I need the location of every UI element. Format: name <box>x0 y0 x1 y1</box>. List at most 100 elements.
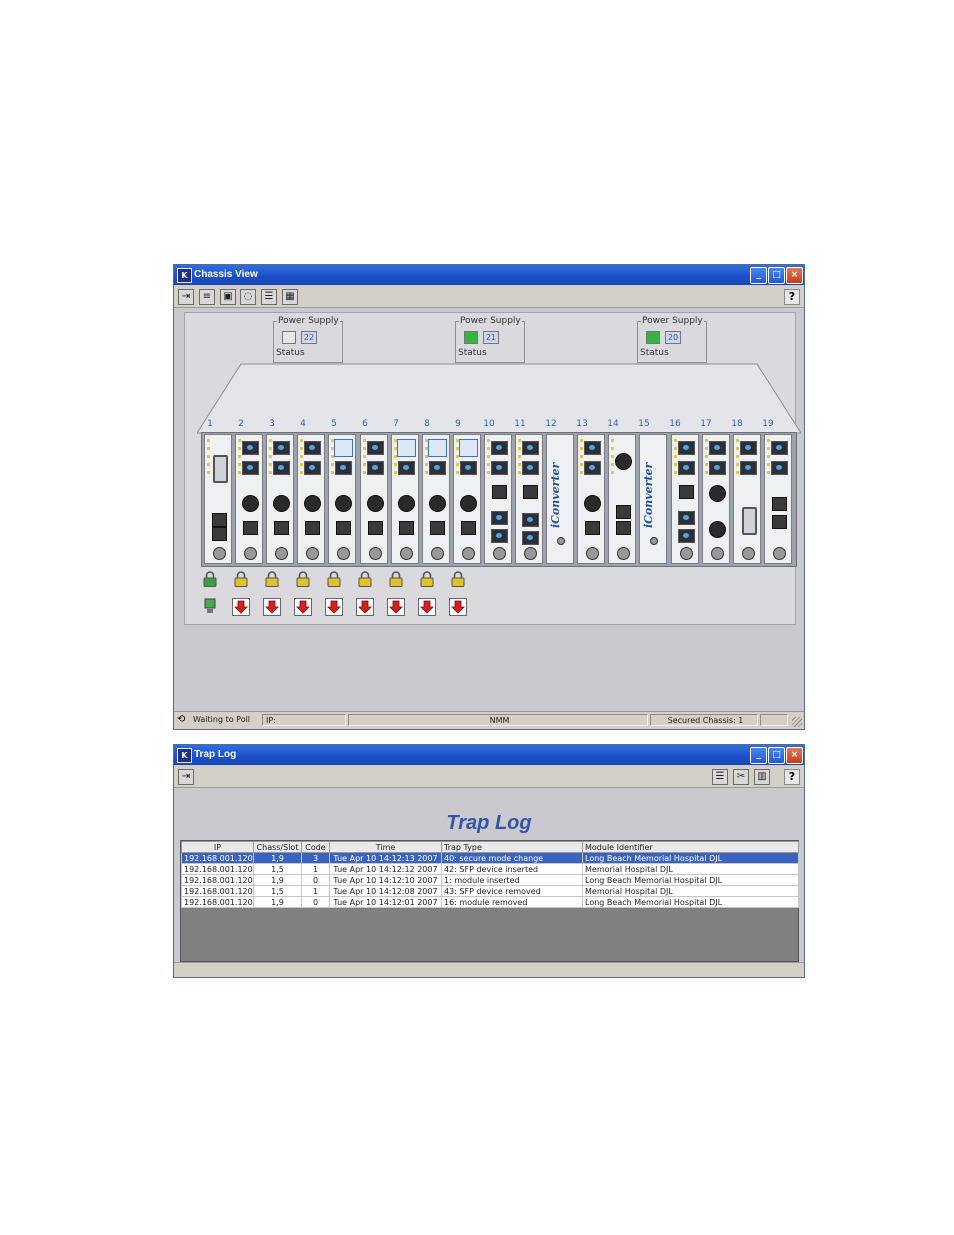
module-card-slot-4[interactable] <box>297 434 326 564</box>
resize-grip-icon[interactable] <box>792 717 802 727</box>
sfp-module-icon <box>458 439 478 457</box>
secure-lock-icon[interactable] <box>420 571 434 587</box>
table-row[interactable]: 192.168.001.120 1,5 1 Tue Apr 10 14:12:12 2… <box>181 863 799 875</box>
module-card-slot-1[interactable] <box>204 434 232 564</box>
trap-title-bar[interactable]: K Trap Log _ □ × <box>174 745 804 765</box>
minimize-button[interactable]: _ <box>750 747 767 764</box>
power-supply-number[interactable]: 22 <box>301 331 317 344</box>
window-title: Trap Log <box>194 749 237 760</box>
cell-time: Tue Apr 10 14:12:10 2007 <box>329 874 442 886</box>
sfp-port-icon <box>522 513 539 527</box>
maximize-button[interactable]: □ <box>768 267 785 284</box>
maximize-button[interactable]: □ <box>768 747 785 764</box>
slot-number-3: 3 <box>269 419 275 429</box>
trap-log-heading: Trap Log <box>446 812 532 834</box>
cell-module-identifier: Long Beach Memorial Hospital DJL <box>582 874 799 886</box>
arrow-down-icon[interactable] <box>387 598 405 616</box>
power-supply-label: Power Supply <box>641 316 704 326</box>
column-header-trap-type[interactable]: Trap Type <box>441 841 583 853</box>
trap-table-container[interactable]: IP Chass/Slot Code Time Trap Type Module… <box>180 840 799 962</box>
module-card-slot-7[interactable] <box>390 434 419 564</box>
module-card-slot-15[interactable]: iConverter <box>639 434 668 564</box>
close-button[interactable]: × <box>786 267 803 284</box>
trash-icon[interactable]: ▥ <box>754 769 770 785</box>
secure-lock-icon[interactable] <box>358 571 372 587</box>
cell-module-identifier: Memorial Hospital DJL <box>582 885 799 897</box>
rj45-port-icon <box>429 521 445 535</box>
power-supply-number[interactable]: 20 <box>665 331 681 344</box>
help-button[interactable]: ? <box>784 769 800 785</box>
unlocked-slot-icon[interactable] <box>203 571 217 587</box>
secure-lock-icon[interactable] <box>451 571 465 587</box>
terminal-block-icon <box>771 497 787 511</box>
module-card-slot-17[interactable] <box>701 434 730 564</box>
secure-lock-icon[interactable] <box>265 571 279 587</box>
secure-lock-icon[interactable] <box>327 571 341 587</box>
list-view-icon[interactable]: ☰ <box>261 289 277 305</box>
scissors-icon[interactable]: ✂ <box>733 769 749 785</box>
help-button[interactable]: ? <box>784 289 800 305</box>
module-card-slot-2[interactable] <box>235 434 264 564</box>
ip-status: IP: <box>262 714 346 726</box>
arrow-down-icon[interactable] <box>449 598 467 616</box>
dip-switch-icon <box>491 485 507 499</box>
exit-icon[interactable]: ⇥ <box>178 769 194 785</box>
trap-log-window: K Trap Log _ □ × ⇥ ☰ ✂ ▥ ? Trap Log IP C… <box>173 744 805 978</box>
column-header-code[interactable]: Code <box>301 841 330 853</box>
arrow-down-icon[interactable] <box>232 598 250 616</box>
grid-view-icon[interactable]: ▦ <box>282 289 298 305</box>
arrow-down-icon[interactable] <box>356 598 374 616</box>
close-button[interactable]: × <box>786 747 803 764</box>
table-row[interactable]: 192.168.001.120 1,9 0 Tue Apr 10 14:12:01 2… <box>181 896 799 908</box>
table-row[interactable]: 192.168.001.120 1,9 3 Tue Apr 10 14:12:13 2… <box>181 852 799 864</box>
module-card-slot-8[interactable] <box>421 434 450 564</box>
module-card-slot-9[interactable] <box>452 434 481 564</box>
secure-lock-icon[interactable] <box>389 571 403 587</box>
module-card-slot-14[interactable] <box>608 434 637 564</box>
exit-icon[interactable]: ⇥ <box>178 289 194 305</box>
module-card-slot-19[interactable] <box>763 434 792 564</box>
cell-chass-slot: 1,5 <box>253 885 302 897</box>
slot-number-19: 19 <box>762 419 774 429</box>
cell-trap-type: 1: module inserted <box>441 874 583 886</box>
module-card-slot-16[interactable] <box>670 434 699 564</box>
minimize-button[interactable]: _ <box>750 267 767 284</box>
arrow-down-icon[interactable] <box>294 598 312 616</box>
refresh-icon[interactable]: ◌ <box>240 289 256 305</box>
arrow-down-icon[interactable] <box>418 598 436 616</box>
module-card-slot-13[interactable] <box>577 434 606 564</box>
column-header-ip[interactable]: IP <box>181 841 254 853</box>
secure-lock-icon[interactable] <box>296 571 310 587</box>
list-options-icon[interactable]: ☰ <box>712 769 728 785</box>
module-card-slot-12[interactable]: iConverter <box>546 434 575 564</box>
column-header-module-identifier[interactable]: Module Identifier <box>582 841 799 853</box>
settings-list-icon[interactable]: ≡ <box>199 289 215 305</box>
module-card-slot-6[interactable] <box>359 434 388 564</box>
sfp-port-icon <box>677 441 695 455</box>
arrow-down-icon[interactable] <box>325 598 343 616</box>
module-card-slot-5[interactable] <box>328 434 357 564</box>
management-module-icon[interactable] <box>203 598 217 614</box>
sfp-port-icon <box>739 441 757 455</box>
rj45-port-icon <box>367 521 383 535</box>
module-card-slot-18[interactable] <box>732 434 761 564</box>
arrow-down-icon[interactable] <box>263 598 281 616</box>
module-card-slot-3[interactable] <box>266 434 295 564</box>
terminal-block-icon <box>771 515 787 529</box>
screw-icon <box>617 547 631 560</box>
rj45-port-icon <box>212 527 227 541</box>
module-card-slot-10[interactable] <box>483 434 512 564</box>
module-card-slot-11[interactable] <box>515 434 543 564</box>
column-header-time[interactable]: Time <box>329 841 442 853</box>
column-header-chass-slot[interactable]: Chass/Slot <box>253 841 302 853</box>
chassis-view-window: K Chassis View _ □ × ⇥ ≡ ▣ ◌ ☰ ▦ ? Power… <box>173 264 805 730</box>
table-row[interactable]: 192.168.001.120 1,5 1 Tue Apr 10 14:12:08 2… <box>181 885 799 897</box>
console-port-icon <box>242 495 260 512</box>
table-row[interactable]: 192.168.001.120 1,9 0 Tue Apr 10 14:12:10 2… <box>181 874 799 886</box>
chassis-title-bar[interactable]: K Chassis View _ □ × <box>174 265 804 285</box>
screw-icon <box>244 547 258 560</box>
secure-lock-icon[interactable] <box>234 571 248 587</box>
lock-chassis-icon[interactable]: ▣ <box>220 289 236 305</box>
status-leds <box>362 439 366 499</box>
power-supply-number[interactable]: 21 <box>483 331 499 344</box>
